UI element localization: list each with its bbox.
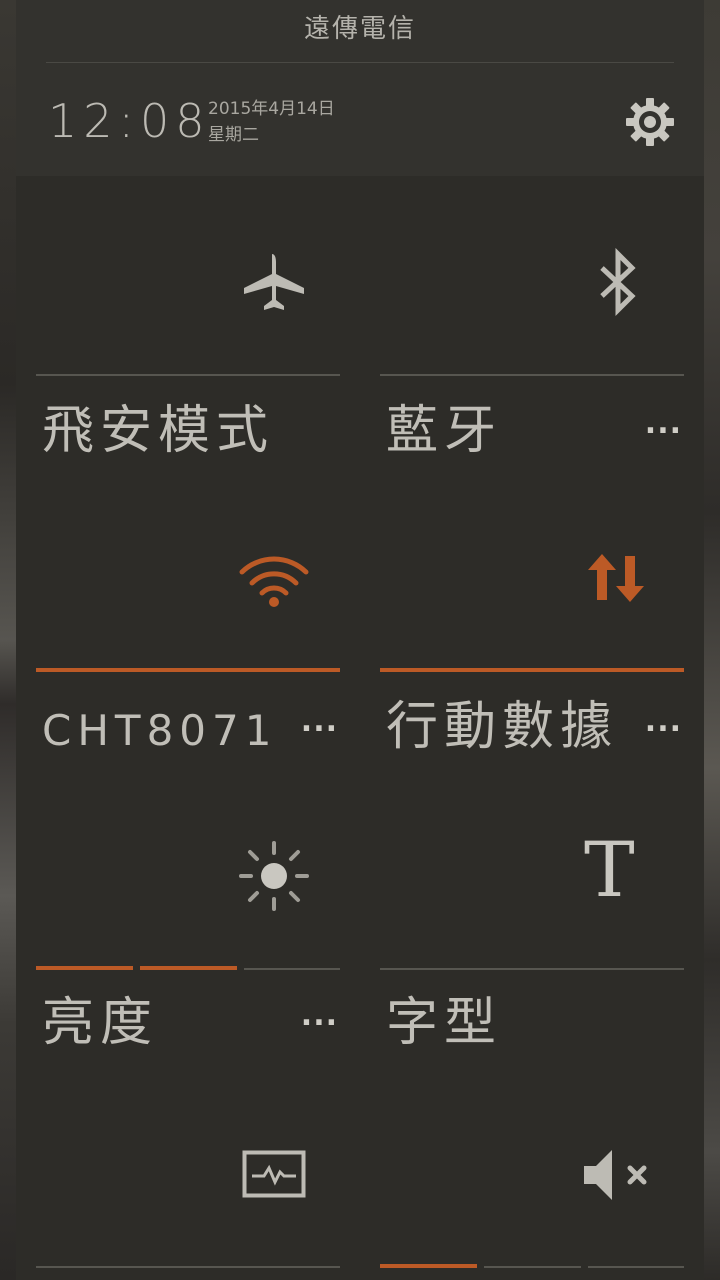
settings-gear-icon[interactable] [624, 96, 676, 148]
sound-level-2 [484, 1266, 581, 1268]
brightness-level-3 [244, 968, 340, 970]
wifi-more-button[interactable]: ... [301, 704, 338, 739]
brightness-more-button[interactable]: ... [301, 998, 338, 1033]
quick-settings-panel: 遠傳電信 12:08 2015年4月14日 星期二 飛安模式 藍牙 ... CH… [16, 0, 704, 1280]
brightness-icon [238, 840, 310, 916]
tile-airplane-mode[interactable]: 飛安模式 [36, 180, 340, 476]
pulse-icon [242, 1150, 306, 1202]
airplane-icon [242, 250, 306, 318]
tile-divider [36, 374, 340, 376]
weekday-text: 星期二 [208, 125, 259, 145]
header-divider [46, 62, 674, 63]
tile-power-saving[interactable] [36, 1068, 340, 1280]
date-text: 2015年4月14日 [208, 99, 335, 119]
tile-brightness[interactable]: 亮度 ... [36, 772, 340, 1068]
sound-level-3 [588, 1266, 684, 1268]
date-block: 2015年4月14日 星期二 [208, 96, 335, 148]
mobile-data-more-button[interactable]: ... [645, 704, 682, 739]
tile-mobile-data[interactable]: 行動數據 ... [380, 476, 684, 772]
tile-wifi[interactable]: CHT8071 ... [36, 476, 340, 772]
tile-label: 字型 [386, 993, 503, 1053]
data-arrows-icon [586, 552, 646, 608]
tile-font[interactable]: T 字型 [380, 772, 684, 1068]
tile-divider-active [380, 668, 684, 672]
carrier-name: 遠傳電信 [303, 14, 416, 44]
clock: 12:08 [48, 94, 211, 148]
font-icon: T [584, 825, 635, 914]
tile-divider [380, 374, 684, 376]
tile-divider [380, 968, 684, 970]
tile-label: 飛安模式 [42, 401, 275, 461]
tile-label: 行動數據 [386, 697, 619, 757]
sound-level-1 [380, 1264, 477, 1268]
wallpaper-edge-left [0, 0, 16, 1280]
tile-label: 亮度 [42, 993, 159, 1053]
status-header: 遠傳電信 12:08 2015年4月14日 星期二 [16, 0, 704, 176]
mute-icon [582, 1146, 652, 1208]
bluetooth-icon [596, 247, 640, 322]
wallpaper-edge-right [704, 0, 720, 1280]
brightness-level-2 [140, 966, 237, 970]
wifi-icon [238, 552, 310, 612]
tile-label: 藍牙 [386, 401, 503, 461]
tile-label: CHT8071 [42, 706, 278, 755]
tile-divider-active [36, 668, 340, 672]
tile-divider [36, 1266, 340, 1268]
tile-sound[interactable] [380, 1068, 684, 1280]
bluetooth-more-button[interactable]: ... [645, 406, 682, 441]
brightness-level-1 [36, 966, 133, 970]
tile-bluetooth[interactable]: 藍牙 ... [380, 180, 684, 476]
